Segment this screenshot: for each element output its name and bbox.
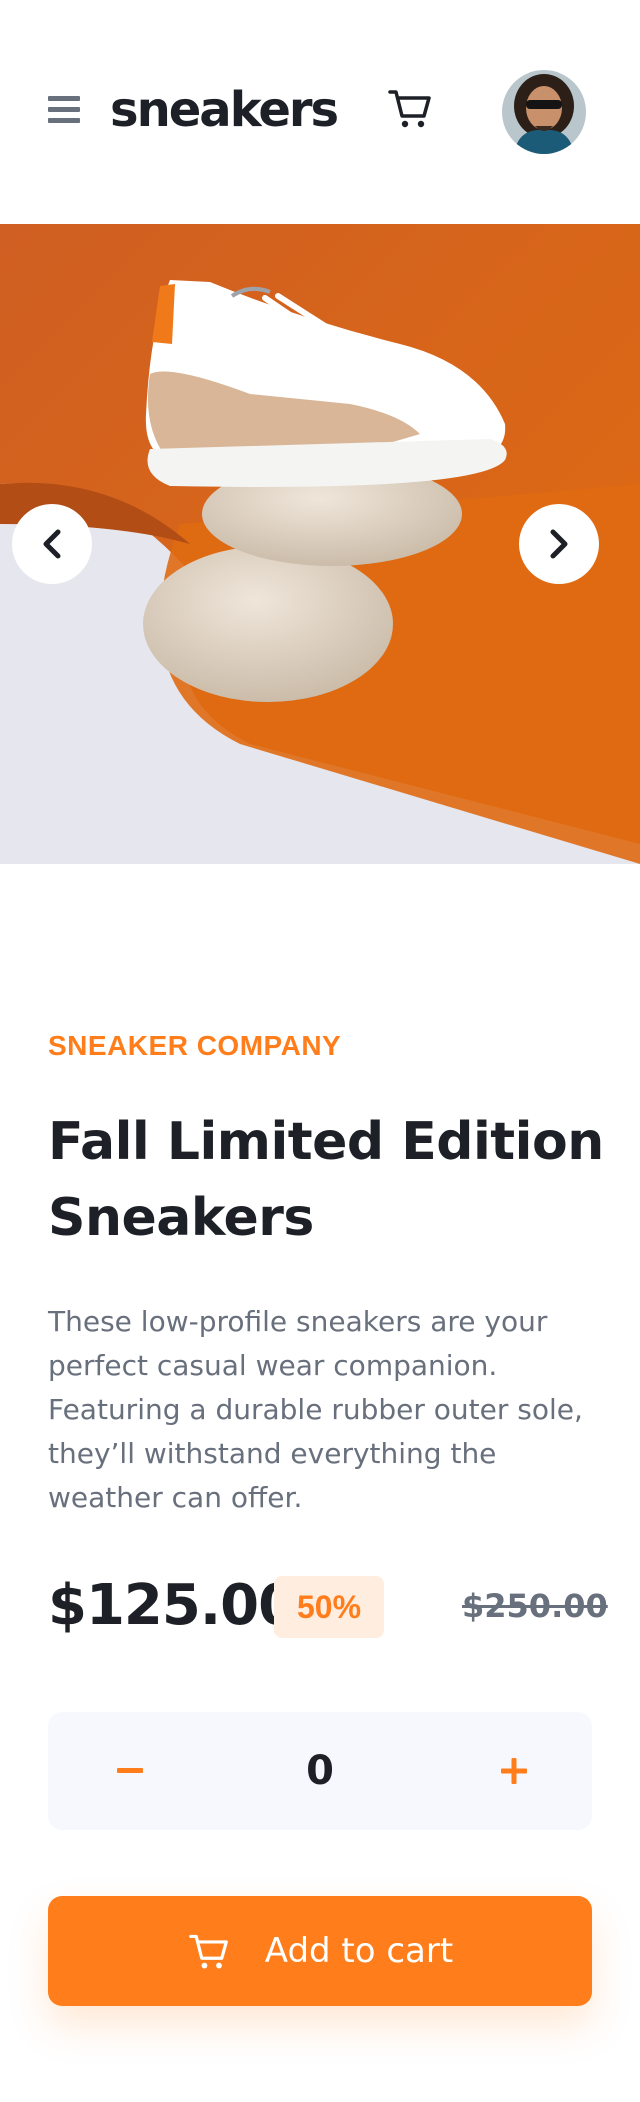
product-gallery — [0, 224, 640, 864]
decrease-quantity-button[interactable] — [106, 1747, 154, 1795]
chevron-right-icon — [550, 529, 568, 559]
quantity-value: 0 — [306, 1748, 334, 1794]
product-description: These low-profile sneakers are your perf… — [48, 1305, 583, 1514]
product-title: Fall Limited Edition Sneakers — [48, 1112, 604, 1248]
quantity-stepper: 0 — [48, 1712, 592, 1830]
previous-image-button[interactable] — [12, 504, 92, 584]
site-header: sneakers — [0, 0, 640, 224]
avatar[interactable] — [502, 70, 586, 154]
cart-icon — [189, 1934, 228, 1969]
discount-badge: 50% — [274, 1576, 384, 1638]
chevron-left-icon — [43, 529, 61, 559]
add-to-cart-button[interactable]: Add to cart — [48, 1896, 592, 2006]
hamburger-icon[interactable] — [48, 96, 80, 124]
cart-icon[interactable] — [386, 84, 434, 132]
next-image-button[interactable] — [519, 504, 599, 584]
increase-quantity-button[interactable] — [490, 1747, 538, 1795]
minus-icon — [117, 1768, 143, 1773]
plus-icon — [501, 1758, 527, 1784]
original-price: $250.00 — [462, 1587, 608, 1625]
logo[interactable]: sneakers — [110, 80, 339, 140]
company-name: SNEAKER COMPANY — [48, 1030, 342, 1061]
current-price: $125.00 — [48, 1573, 297, 1638]
add-to-cart-label: Add to cart — [264, 1931, 454, 1971]
